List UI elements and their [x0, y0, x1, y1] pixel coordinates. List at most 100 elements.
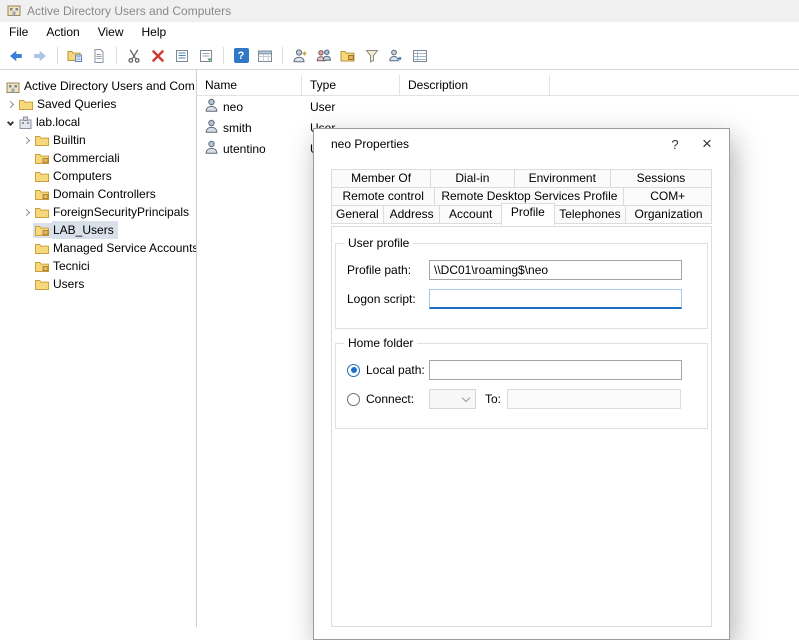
- tree-item-label: lab.local: [35, 113, 84, 131]
- org-unit-folder-icon: [33, 187, 52, 202]
- logon-script-label: Logon script:: [347, 292, 429, 306]
- console-tree: Active Directory Users and Com Saved Que…: [0, 70, 197, 627]
- column-header-name[interactable]: Name: [197, 75, 302, 95]
- tab-remote-control[interactable]: Remote control: [331, 187, 435, 206]
- cell-name: smith: [223, 121, 252, 135]
- cut-button[interactable]: [123, 45, 145, 67]
- dialog-close-button[interactable]: ×: [691, 129, 723, 159]
- tree-item-computers[interactable]: Computers: [0, 167, 196, 185]
- window-title: Active Directory Users and Computers: [27, 4, 231, 18]
- export-list-button[interactable]: [88, 45, 110, 67]
- tab-telephones[interactable]: Telephones: [554, 205, 626, 224]
- tree-item-label: Managed Service Accounts: [52, 239, 197, 257]
- dialog-title: neo Properties: [314, 137, 659, 151]
- logon-script-input[interactable]: [429, 289, 682, 309]
- tree-item-builtin[interactable]: Builtin: [0, 131, 196, 149]
- menu-help[interactable]: Help: [133, 22, 176, 42]
- new-user-icon: [292, 48, 308, 64]
- tab-general[interactable]: General: [331, 205, 384, 224]
- tree-item-tecnici[interactable]: Tecnici: [0, 257, 196, 275]
- column-header-type[interactable]: Type: [302, 75, 400, 95]
- user-icon: [205, 98, 218, 115]
- folder-icon: [17, 97, 36, 112]
- scissors-icon: [126, 48, 142, 64]
- domain-icon: [17, 114, 35, 131]
- back-icon: [8, 48, 24, 64]
- column-header-description[interactable]: Description: [400, 75, 550, 95]
- cell-type: User: [302, 100, 400, 114]
- menu-file[interactable]: File: [0, 22, 37, 42]
- dialog-help-button[interactable]: ?: [659, 129, 691, 159]
- to-label: To:: [485, 392, 501, 406]
- tab-environment[interactable]: Environment: [514, 169, 611, 188]
- delegate-icon: [388, 48, 404, 64]
- tree-item-label: Commerciali: [52, 149, 124, 167]
- connect-label: Connect:: [366, 392, 414, 406]
- toolbar-separator: [223, 47, 224, 64]
- view-table-button[interactable]: [409, 45, 431, 67]
- tree-item-lab-users[interactable]: LAB_Users: [0, 221, 196, 239]
- directory-root-icon: [4, 78, 23, 95]
- chevron-right-icon[interactable]: [4, 97, 17, 111]
- window-titlebar[interactable]: Active Directory Users and Computers: [0, 0, 799, 22]
- local-path-input[interactable]: [429, 360, 682, 380]
- filter-funnel-icon: [364, 48, 380, 64]
- tab-organization[interactable]: Organization: [625, 205, 712, 224]
- refresh-list-icon: [198, 48, 214, 64]
- dialog-titlebar[interactable]: neo Properties ? ×: [314, 129, 729, 159]
- menu-action[interactable]: Action: [37, 22, 88, 42]
- tree-item-root[interactable]: Active Directory Users and Com: [0, 77, 196, 95]
- cell-name: neo: [223, 100, 243, 114]
- tree-item-lab-local[interactable]: lab.local: [0, 113, 196, 131]
- tree-item-domain-controllers[interactable]: Domain Controllers: [0, 185, 196, 203]
- tab-com-plus[interactable]: COM+: [623, 187, 712, 206]
- chevron-right-icon[interactable]: [20, 205, 33, 219]
- tree-item-foreign-security-principals[interactable]: ForeignSecurityPrincipals: [0, 203, 196, 221]
- chevron-down-icon[interactable]: [4, 115, 17, 129]
- properties-icon: [174, 48, 190, 64]
- refresh-list-button[interactable]: [195, 45, 217, 67]
- tab-strip: Member Of Dial-in Environment Sessions R…: [331, 169, 712, 224]
- org-unit-folder-icon: [33, 223, 52, 238]
- user-profile-group: User profile Profile path: Logon script:: [335, 243, 708, 329]
- user-icon: [205, 140, 218, 157]
- delegate-control-button[interactable]: [385, 45, 407, 67]
- connect-radio[interactable]: [347, 393, 360, 406]
- tab-profile[interactable]: Profile: [501, 203, 555, 225]
- tree-item-label: Users: [52, 275, 88, 293]
- tab-member-of[interactable]: Member Of: [331, 169, 431, 188]
- list-row-neo[interactable]: neo User: [197, 96, 799, 117]
- chevron-right-icon[interactable]: [20, 133, 33, 147]
- menu-view[interactable]: View: [89, 22, 133, 42]
- forward-icon: [32, 48, 48, 64]
- tab-address[interactable]: Address: [383, 205, 441, 224]
- delete-button[interactable]: [147, 45, 169, 67]
- forward-button[interactable]: [29, 45, 51, 67]
- tab-row-1: Member Of Dial-in Environment Sessions: [331, 169, 712, 188]
- folder-icon: [33, 277, 52, 292]
- back-button[interactable]: [5, 45, 27, 67]
- tree-item-managed-service-accounts[interactable]: Managed Service Accounts: [0, 239, 196, 257]
- local-path-radio[interactable]: [347, 364, 360, 377]
- new-org-unit-icon: [340, 48, 356, 64]
- close-icon: ×: [702, 134, 712, 154]
- folder-icon: [33, 205, 52, 220]
- report-view-button[interactable]: [254, 45, 276, 67]
- tab-account[interactable]: Account: [439, 205, 502, 224]
- chevron-down-icon: [462, 394, 470, 402]
- new-user-button[interactable]: [289, 45, 311, 67]
- properties-button[interactable]: [171, 45, 193, 67]
- filter-button[interactable]: [361, 45, 383, 67]
- new-group-button[interactable]: [313, 45, 335, 67]
- new-org-unit-button[interactable]: [337, 45, 359, 67]
- tab-sessions[interactable]: Sessions: [610, 169, 712, 188]
- document-icon: [91, 48, 107, 64]
- tree-item-saved-queries[interactable]: Saved Queries: [0, 95, 196, 113]
- tree-item-users[interactable]: Users: [0, 275, 196, 293]
- help-button[interactable]: ?: [230, 45, 252, 67]
- profile-path-input[interactable]: [429, 260, 682, 280]
- tab-dial-in[interactable]: Dial-in: [430, 169, 514, 188]
- home-folder-group-label: Home folder: [344, 336, 417, 350]
- tree-item-commerciali[interactable]: Commerciali: [0, 149, 196, 167]
- show-console-tree-button[interactable]: [64, 45, 86, 67]
